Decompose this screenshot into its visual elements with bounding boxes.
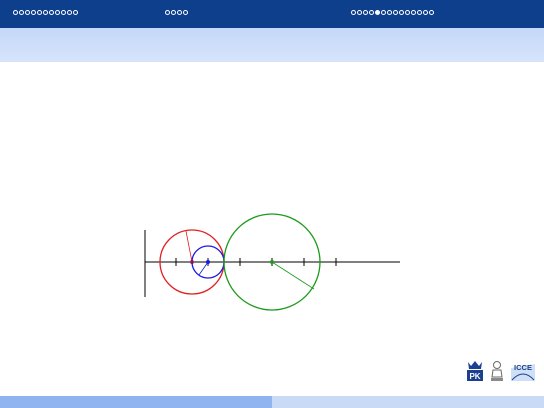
logo-group: PK ICCE bbox=[466, 360, 536, 382]
icce-logo: ICCE bbox=[511, 363, 535, 381]
svg-text:PK: PK bbox=[469, 372, 480, 381]
blue-center-point bbox=[206, 260, 210, 264]
pk-logo: PK bbox=[467, 361, 483, 381]
emblem-icon bbox=[491, 361, 503, 381]
green-center-point bbox=[270, 260, 274, 264]
svg-text:ICCE: ICCE bbox=[514, 363, 532, 372]
geometry-diagram bbox=[144, 213, 400, 311]
green-radius bbox=[271, 261, 315, 290]
blue-radius bbox=[198, 261, 209, 276]
footer-right-bar bbox=[272, 396, 544, 408]
footer-left-bar bbox=[0, 396, 272, 408]
red-radius bbox=[185, 230, 193, 263]
